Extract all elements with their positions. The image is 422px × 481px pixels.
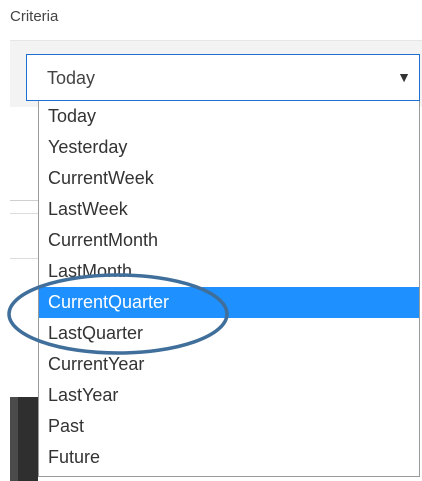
dropdown-option-last-week[interactable]: LastWeek: [39, 194, 419, 225]
dropdown-option-today[interactable]: Today: [39, 101, 419, 132]
dropdown-option-yesterday[interactable]: Yesterday: [39, 132, 419, 163]
chevron-down-icon[interactable]: ▼: [397, 69, 411, 85]
dropdown-option-current-quarter[interactable]: CurrentQuarter: [39, 287, 419, 318]
dropdown-option-last-year[interactable]: LastYear: [39, 380, 419, 411]
criteria-label: Criteria: [10, 8, 59, 25]
background-divider: [10, 258, 38, 259]
background-divider: [10, 200, 38, 201]
dropdown-option-last-month[interactable]: LastMonth: [39, 256, 419, 287]
dropdown-option-current-month[interactable]: CurrentMonth: [39, 225, 419, 256]
background-divider: [10, 213, 38, 214]
criteria-select[interactable]: Today ▼: [26, 54, 420, 101]
background-image-fragment: [10, 397, 38, 481]
dropdown-option-future[interactable]: Future: [39, 442, 419, 473]
dropdown-option-past[interactable]: Past: [39, 411, 419, 442]
dropdown-option-current-week[interactable]: CurrentWeek: [39, 163, 419, 194]
criteria-dropdown-list: Today Yesterday CurrentWeek LastWeek Cur…: [38, 101, 420, 477]
criteria-select-value: Today: [47, 68, 96, 88]
dropdown-option-current-year[interactable]: CurrentYear: [39, 349, 419, 380]
dropdown-option-last-quarter[interactable]: LastQuarter: [39, 318, 419, 349]
